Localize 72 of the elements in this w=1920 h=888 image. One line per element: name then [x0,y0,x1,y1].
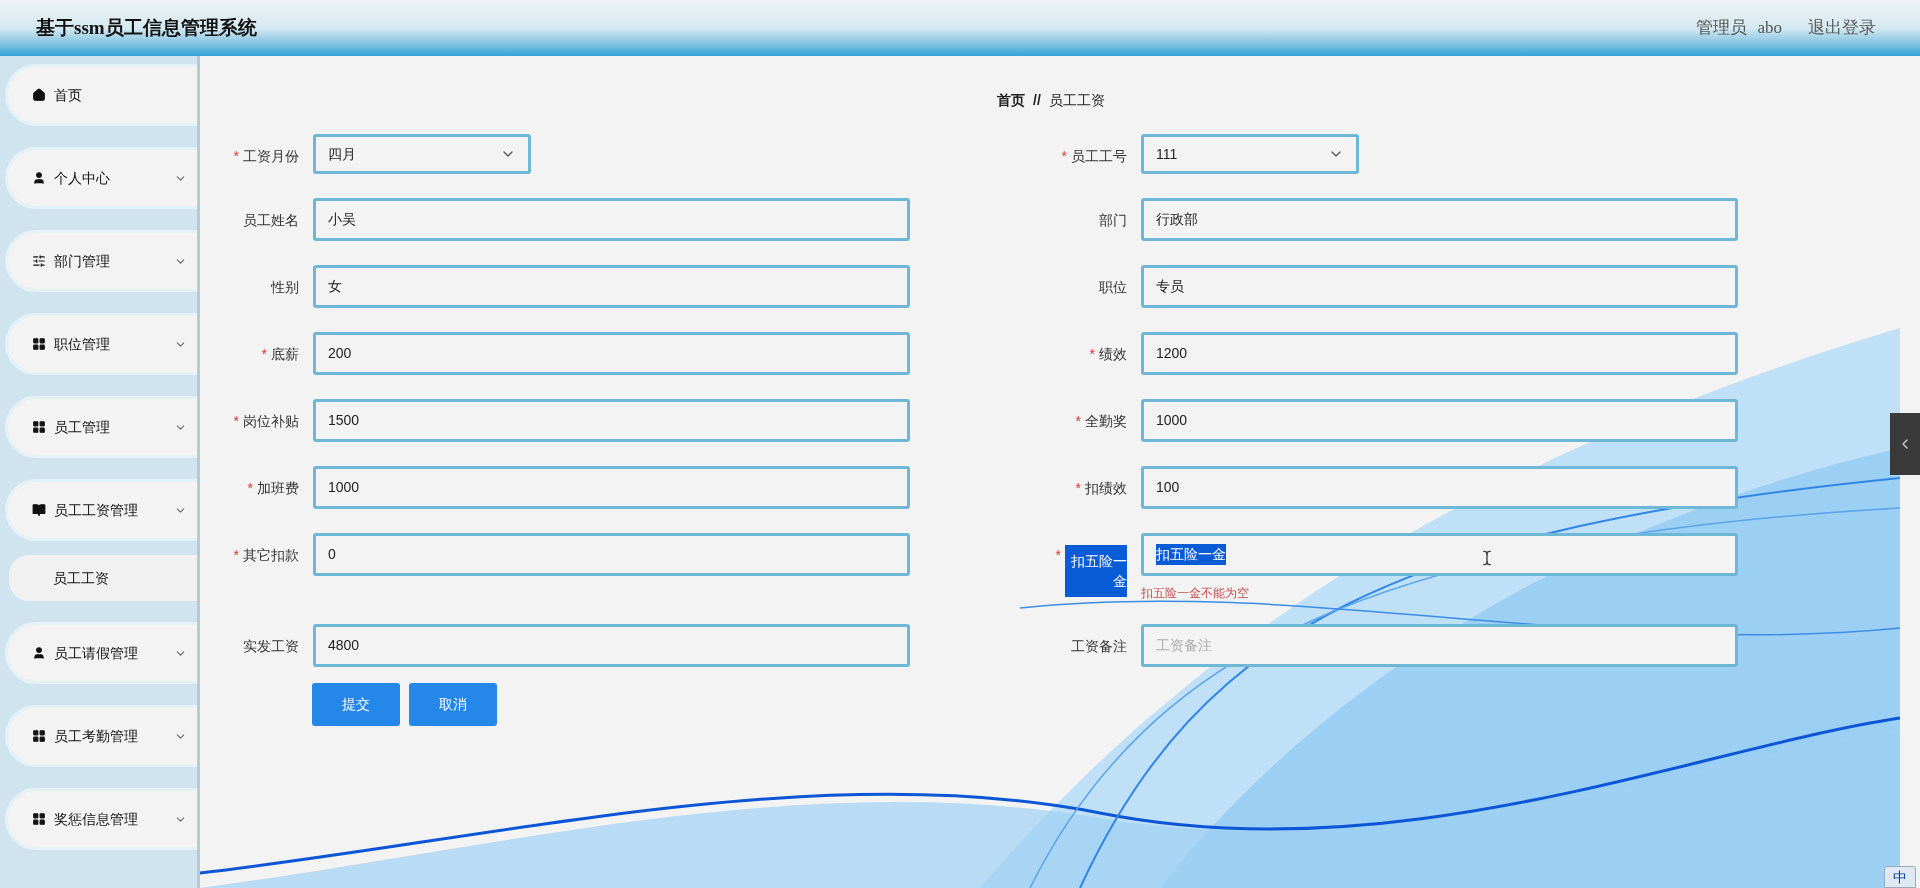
grid-icon [32,337,46,351]
input-field[interactable]: 专员 [1141,265,1738,308]
sidebar-item[interactable]: 员工考勤管理 [5,705,197,767]
required-mark: * [261,345,267,364]
field-label: 性别 [271,278,299,297]
input-field[interactable]: 1200 [1141,332,1738,375]
home-icon [32,88,46,102]
user-name: abo [1757,17,1782,40]
input-field[interactable]: 4800 [313,624,910,667]
sidebar-item[interactable]: 首页 [5,64,197,126]
input-field[interactable]: 1000 [1141,399,1738,442]
collapse-tab[interactable] [1890,413,1920,475]
field-label: 部门 [1099,211,1127,230]
input-field[interactable]: 1000 [313,466,910,509]
required-mark: * [233,412,239,431]
sidebar-item[interactable]: 奖惩信息管理 [5,788,197,850]
required-mark: * [1055,546,1061,565]
field-label: 加班费 [257,479,299,498]
input-field[interactable]: 扣五险一金 [1141,533,1738,576]
required-mark: * [233,546,239,565]
form-button[interactable]: 取消 [409,683,497,726]
form-button[interactable]: 提交 [312,683,400,726]
input-field[interactable]: 200 [313,332,910,375]
required-mark: * [1089,345,1095,364]
field-label: 扣五险一金 [1065,545,1127,597]
input-field[interactable]: 1500 [313,399,910,442]
required-mark: * [247,479,253,498]
app-title: 基于ssm员工信息管理系统 [36,15,257,40]
field-label: 员工工号 [1071,147,1127,166]
sidebar-item[interactable]: 个人中心 [5,147,197,209]
sidebar-item[interactable]: 员工请假管理 [5,622,197,684]
select-field[interactable]: 111 [1141,134,1359,174]
field-label: 工资月份 [243,147,299,166]
sidebar-item[interactable]: 员工管理 [5,396,197,458]
field-label: 扣绩效 [1085,479,1127,498]
grid-icon [32,729,46,743]
field-label: 员工姓名 [243,211,299,230]
book-icon [32,503,46,517]
breadcrumb-separator: // [1033,91,1041,110]
required-mark: * [1075,412,1081,431]
sidebar-item[interactable]: 部门管理 [5,230,197,292]
input-field[interactable]: 100 [1141,466,1738,509]
field-label: 岗位补贴 [243,412,299,431]
input-field[interactable]: 行政部 [1141,198,1738,241]
error-message: 扣五险一金不能为空 [1141,586,1250,600]
required-mark: * [233,147,239,166]
input-field[interactable]: 小吴 [313,198,910,241]
field-label: 工资备注 [1071,637,1127,656]
required-mark: * [1061,147,1067,166]
sliders-icon [32,254,46,268]
grid-icon [32,812,46,826]
required-mark: * [1075,479,1081,498]
field-label: 实发工资 [243,637,299,656]
user-role: 管理员 [1696,17,1748,40]
ime-mode[interactable]: 中 [1893,866,1907,888]
sidebar-item[interactable]: 职位管理 [5,313,197,375]
field-label: 职位 [1099,278,1127,297]
field-label: 全勤奖 [1085,412,1127,431]
input-field[interactable]: 女 [313,265,910,308]
breadcrumb-home[interactable]: 首页 [997,90,1026,111]
sidebar-item[interactable]: 员工工资管理 [5,479,197,541]
field-label: 其它扣款 [243,546,299,565]
field-label: 底薪 [271,345,299,364]
input-field[interactable]: 0 [313,533,910,576]
user-icon [32,171,46,185]
sidebar-subitem[interactable]: 员工工资 [9,555,197,601]
select-field[interactable]: 四月 [313,134,531,174]
user-icon [32,646,46,660]
logout-link[interactable]: 退出登录 [1808,15,1876,41]
field-label: 绩效 [1099,345,1127,364]
grid-icon [32,420,46,434]
breadcrumb-current: 员工工资 [1048,91,1105,110]
